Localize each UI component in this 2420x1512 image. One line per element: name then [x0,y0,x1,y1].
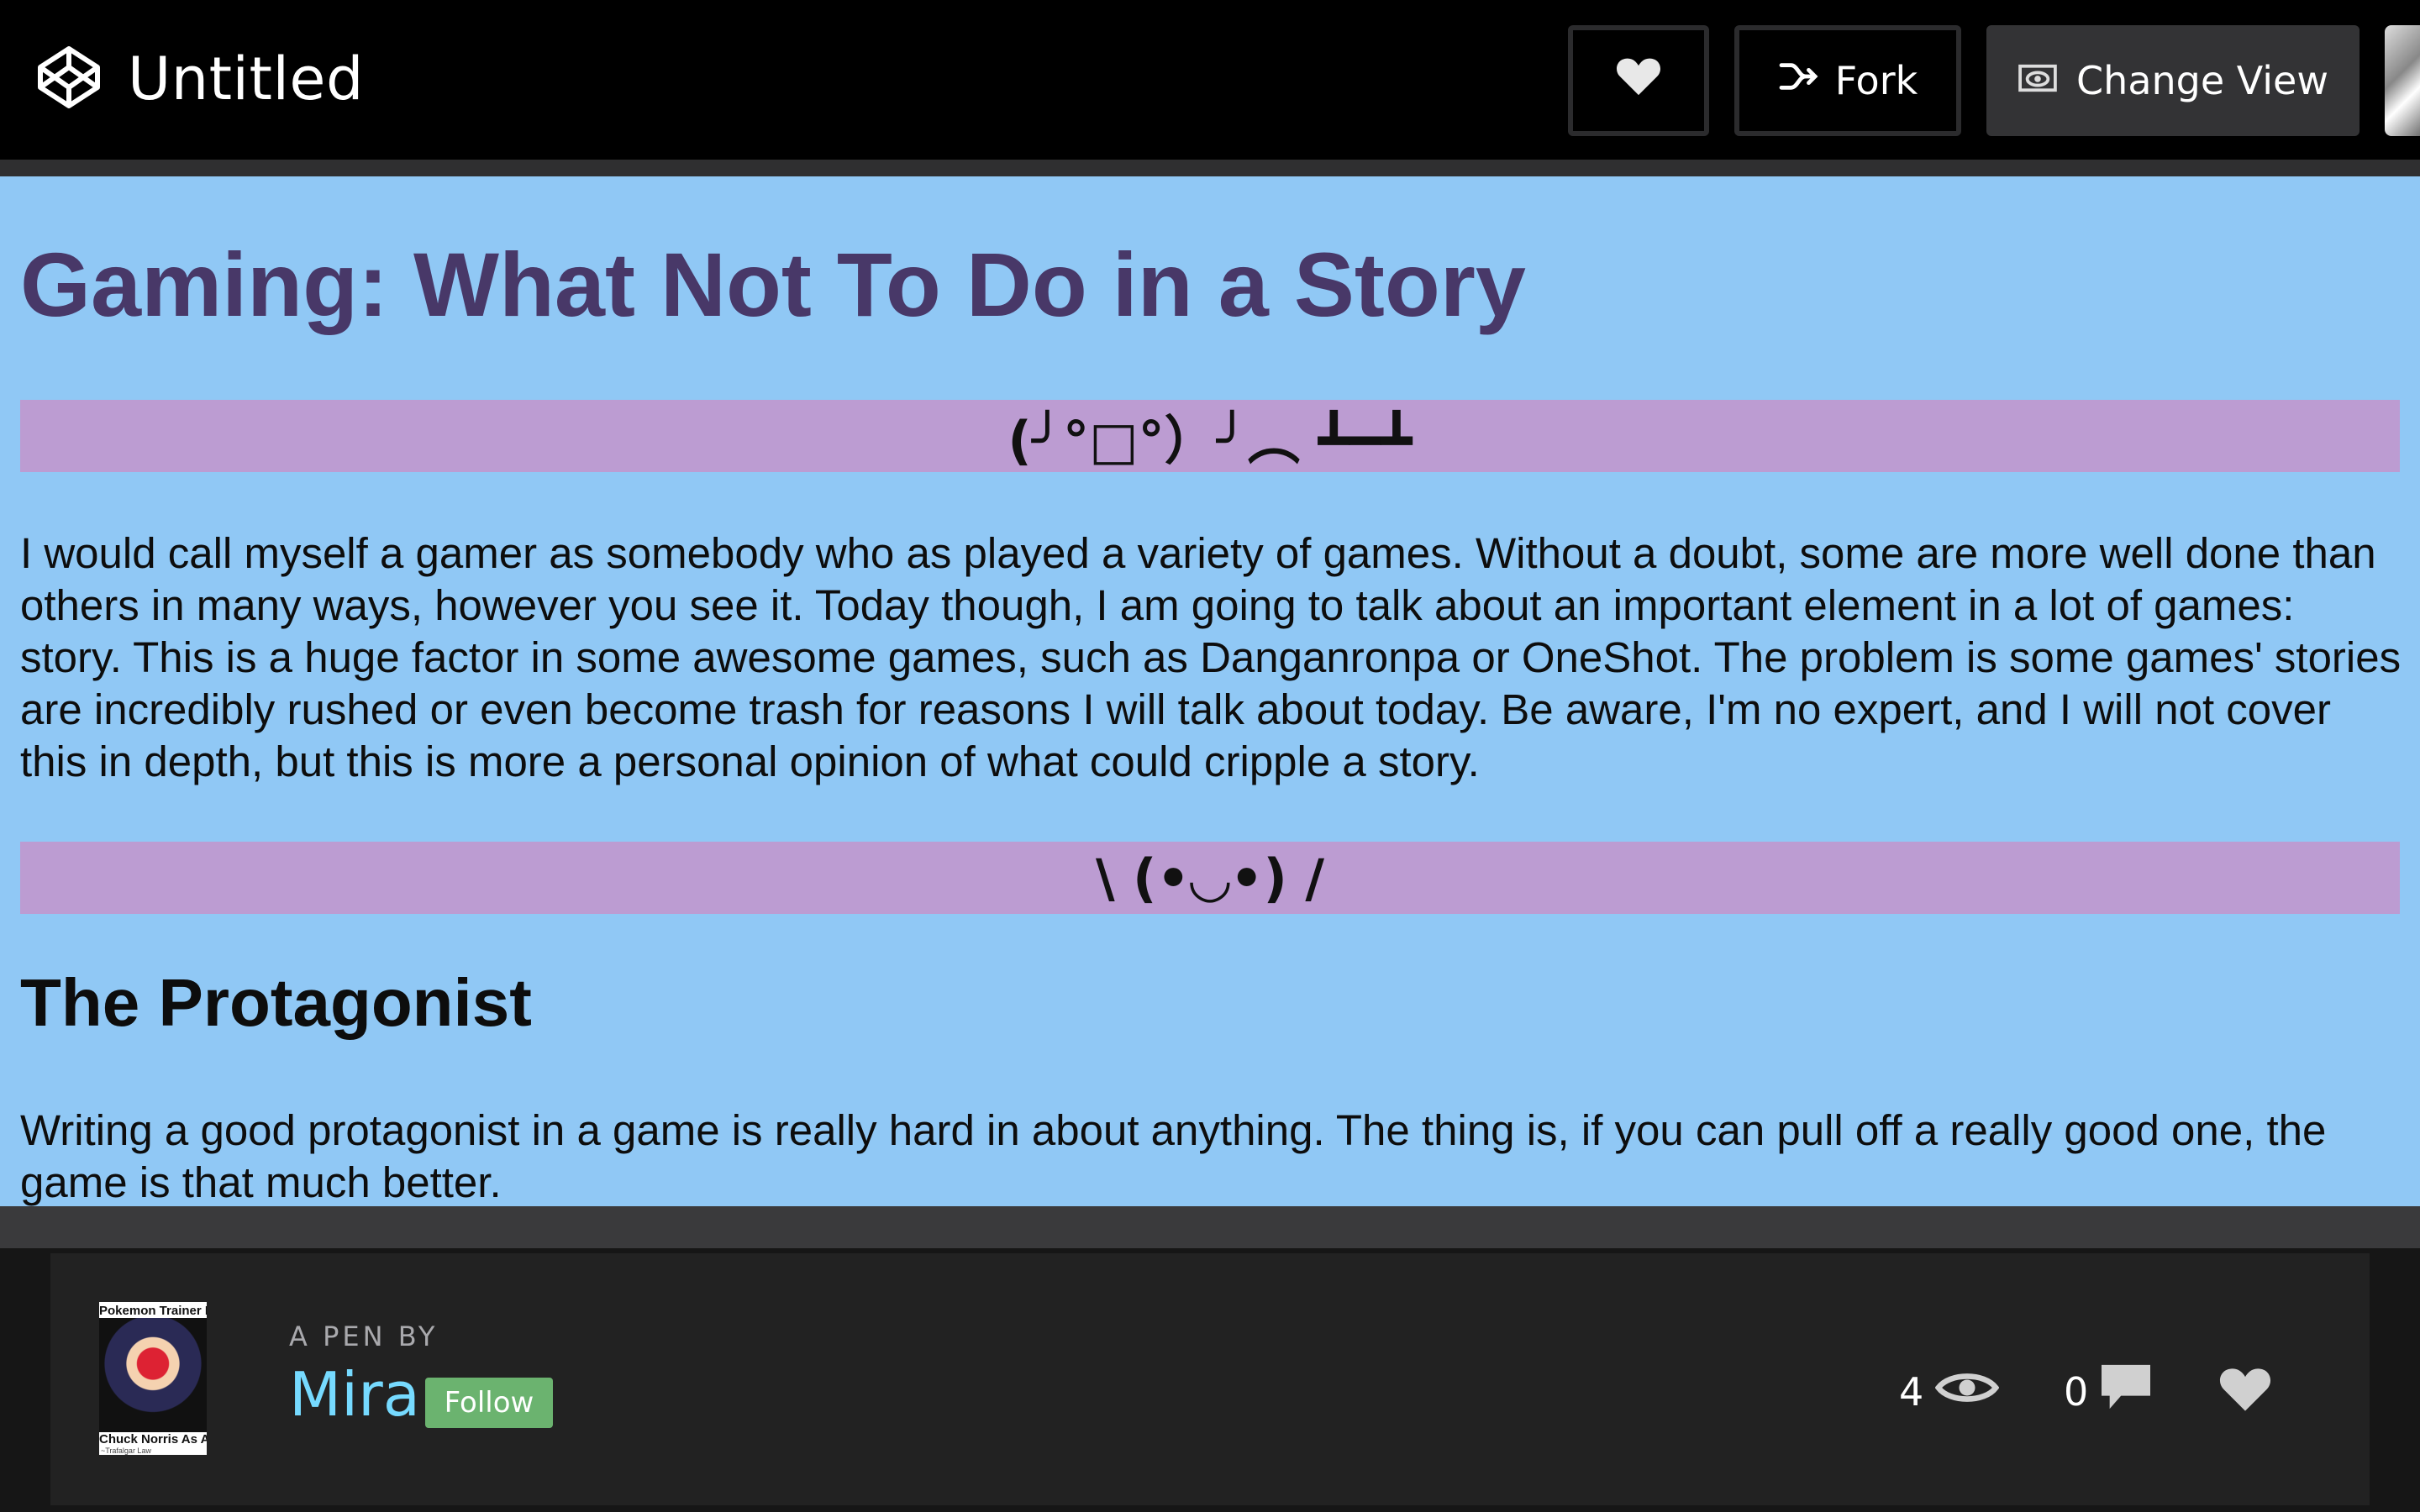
author-avatar[interactable]: Pokemon Trainer Red Chuck Norris As A Ki… [99,1302,207,1455]
footer-divider [0,1206,2420,1248]
top-bar: Untitled Fork Change View [0,0,2420,160]
author-link[interactable]: Mira [289,1359,420,1430]
avatar-image [99,1318,207,1432]
author-card: Pokemon Trainer Red Chuck Norris As A Ki… [50,1253,2370,1505]
kaomoji-banner-table-flip: (╯°□°）╯︵ ┻━┻ [20,400,2400,472]
intro-paragraph: I would call myself a gamer as somebody … [20,529,2402,785]
footer-heart-icon[interactable] [2218,1366,2272,1416]
user-avatar[interactable] [2385,25,2420,136]
change-view-button[interactable]: Change View [1986,25,2360,136]
section-heading: The Protagonist [20,965,532,1040]
avatar-caption-top: Pokemon Trainer Red [99,1304,207,1318]
section-paragraph: Writing a good protagonist in a game is … [20,1106,2327,1206]
comment-icon [2100,1363,2152,1421]
codepen-logo-icon[interactable] [35,44,103,114]
comments-stat[interactable]: 0 [2064,1362,2152,1421]
brand: Untitled [35,39,364,119]
follow-button[interactable]: Follow [425,1378,553,1428]
eye-icon [1934,1368,2000,1417]
fork-icon [1778,58,1835,103]
avatar-caption-bottom: Chuck Norris As A Kid [99,1432,207,1446]
heart-icon [1615,56,1662,106]
pen-by-label: A PEN BY [289,1320,439,1352]
comments-count: 0 [2064,1369,2089,1415]
fork-label: Fork [1834,58,1918,103]
pen-title[interactable]: Untitled [128,50,364,108]
footer: Pokemon Trainer Red Chuck Norris As A Ki… [0,1248,2420,1512]
fork-button[interactable]: Fork [1734,25,1961,136]
top-bar-divider [0,160,2420,176]
love-button[interactable] [1568,25,1709,136]
change-view-label: Change View [2076,58,2328,103]
change-view-icon [2018,58,2076,103]
pen-preview: Gaming: What Not To Do in a Story (╯°□°）… [0,176,2420,1206]
views-stat: 4 [1899,1362,2000,1421]
article-title: Gaming: What Not To Do in a Story [20,234,1526,335]
avatar-caption-small: ~Trafalgar Law [101,1446,151,1455]
kaomoji-banner-cheer: \ (•◡•) / [20,842,2400,914]
views-count: 4 [1899,1369,1924,1415]
